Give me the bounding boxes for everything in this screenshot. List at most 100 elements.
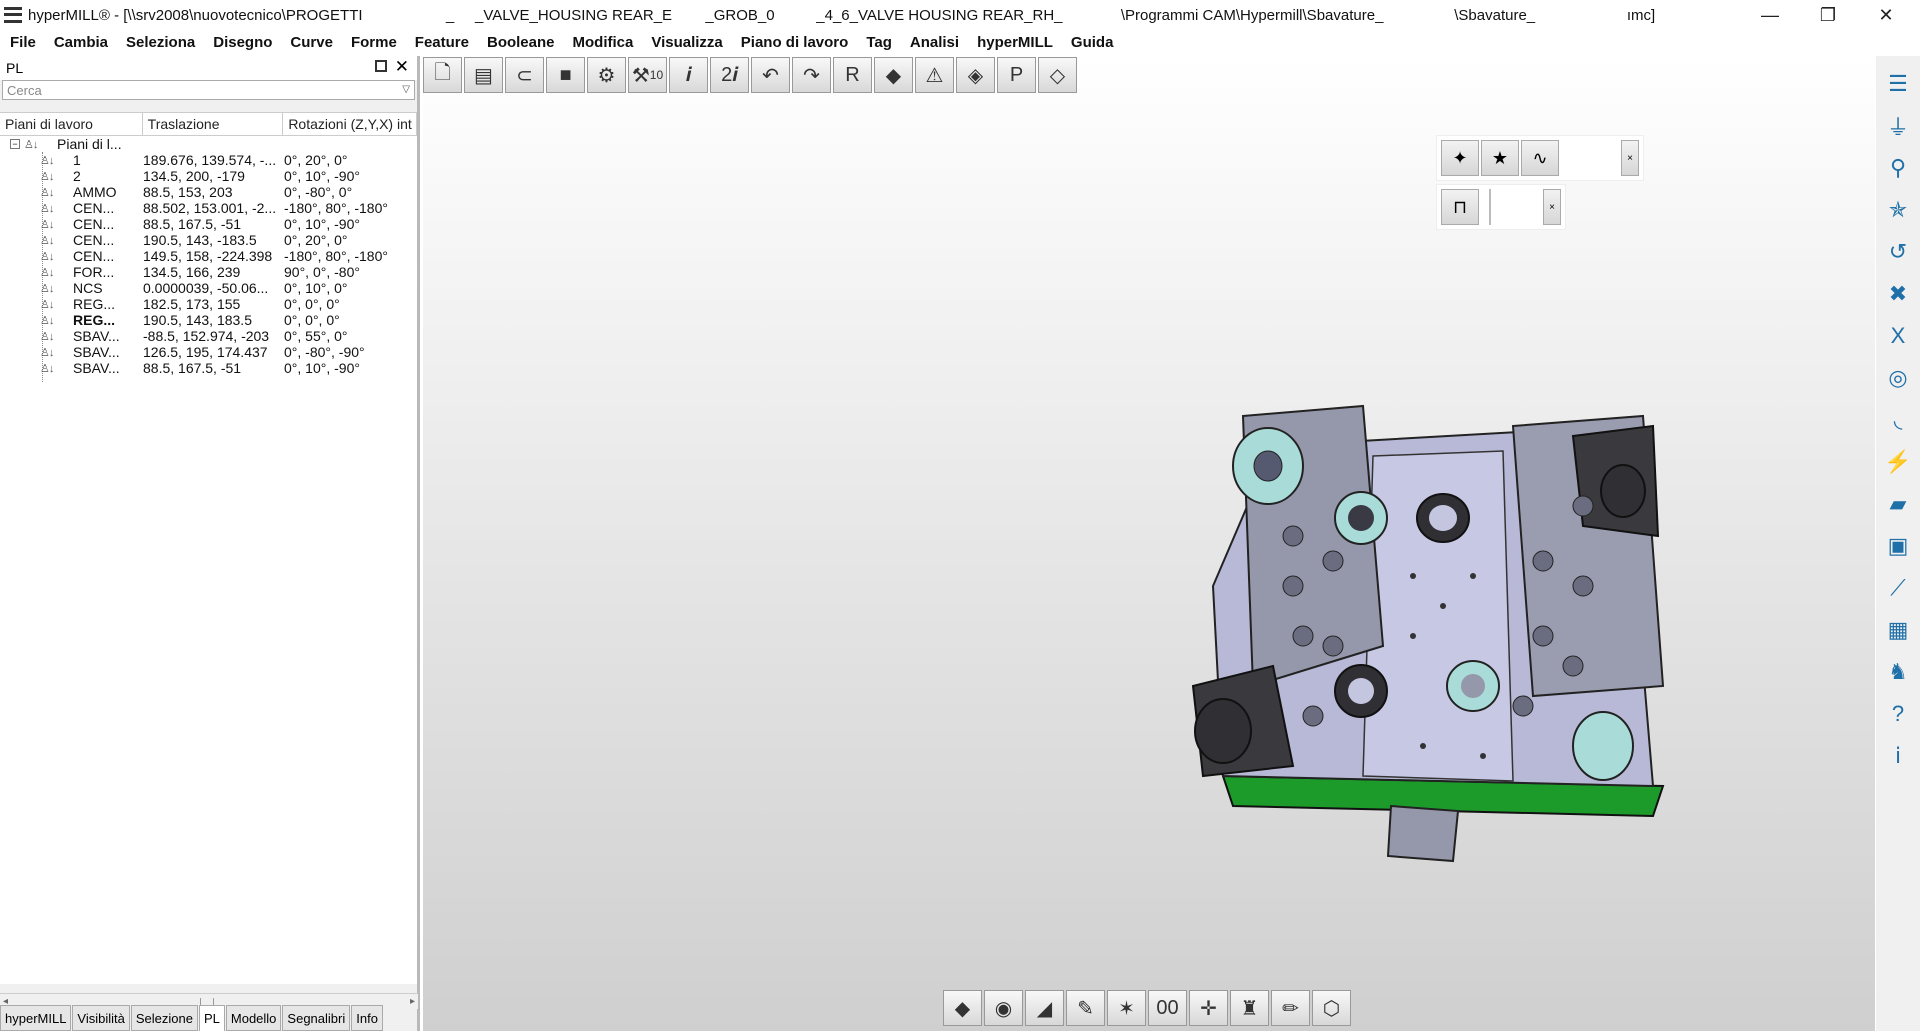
info-2i-button[interactable]: 2𝒊 (710, 57, 749, 93)
excel-button[interactable]: X (1880, 318, 1916, 353)
workplane-row[interactable]: ♙↓ CEN... 149.5, 158, -224.398 -180°, 80°, … (0, 248, 417, 264)
chevron-down-icon[interactable]: ▽ (402, 84, 410, 95)
parking-p-button[interactable]: P (997, 57, 1036, 93)
plane-button[interactable]: ◢ (1025, 990, 1064, 1026)
feature-green-button[interactable]: ✦ (1441, 140, 1479, 176)
menu-item-modifica[interactable]: Modifica (564, 34, 643, 51)
minimize-button[interactable]: — (1742, 0, 1798, 30)
workplane-row[interactable]: ♙↓ 1 189.676, 139.574, -... 0°, 20°, 0° (0, 152, 417, 168)
help-button[interactable]: ? (1880, 696, 1916, 731)
workplane-row[interactable]: ♙↓ SBAV... 126.5, 195, 174.437 0°, -80°, -9… (0, 344, 417, 360)
funnel-button[interactable]: ⏚ (1880, 108, 1916, 143)
collapse-icon[interactable]: − (10, 139, 20, 149)
column-header-workplanes[interactable]: Piani di lavoro (0, 113, 143, 135)
feature-star-button[interactable]: ★ (1481, 140, 1519, 176)
menu-item-piano-di-lavoro[interactable]: Piano di lavoro (732, 34, 858, 51)
menu-item-seleziona[interactable]: Seleziona (117, 34, 204, 51)
drill-button[interactable]: ⚡ (1880, 444, 1916, 479)
menu-item-booleane[interactable]: Booleane (478, 34, 564, 51)
workplane-row[interactable]: ♙↓ NCS 0.0000039, -50.06... 0°, 10°, 0° (0, 280, 417, 296)
pin-drop-button[interactable]: ⚲ (1880, 150, 1916, 185)
axis-yellow-button[interactable]: ✛ (1189, 990, 1228, 1026)
tab-visibilità[interactable]: Visibilità (72, 1005, 130, 1031)
new-document-button[interactable]: 🗋 (423, 57, 462, 93)
cross-tool-button[interactable]: ✖ (1880, 276, 1916, 311)
open-box-button[interactable]: ▤ (464, 57, 503, 93)
machine-button[interactable]: ▣ (1880, 528, 1916, 563)
panel-close-button[interactable]: ✕ (395, 57, 409, 77)
pencil-button[interactable]: ✏ (1271, 990, 1310, 1026)
column-header-rotation[interactable]: Rotazioni (Z,Y,X) int (283, 113, 417, 135)
redo-button[interactable]: ↷ (792, 57, 831, 93)
wireframe-cube-button[interactable]: ⬡ (1312, 990, 1351, 1026)
shading-button[interactable]: ◉ (984, 990, 1023, 1026)
float-panel-icon[interactable] (375, 60, 387, 72)
tab-segnalibri[interactable]: Segnalibri (282, 1005, 351, 1031)
knife-button[interactable]: ⟋ (1880, 570, 1916, 605)
star-pin-button[interactable]: ✶ (1107, 990, 1146, 1026)
reset-r-button[interactable]: R (833, 57, 872, 93)
robot-arm-button[interactable]: ♞ (1880, 654, 1916, 689)
workplane-row[interactable]: ♙↓ CEN... 190.5, 143, -183.5 0°, 20°, 0° (0, 232, 417, 248)
workplane-row[interactable]: ♙↓ CEN... 88.502, 153.001, -2... -180°, 80°… (0, 200, 417, 216)
search-input[interactable]: Cerca ▽ (2, 80, 415, 100)
hook-button[interactable]: ↺ (1880, 234, 1916, 269)
star-list-button[interactable]: ✯ (1880, 192, 1916, 227)
menu-item-curve[interactable]: Curve (281, 34, 342, 51)
palette-close-icon[interactable]: × (1621, 140, 1639, 176)
tab-info[interactable]: Info (351, 1005, 383, 1031)
palette-close-icon[interactable]: × (1543, 189, 1561, 225)
tool-10-button[interactable]: ⚒ 10 (628, 57, 667, 93)
info-i-button[interactable]: 𝒊 (669, 57, 708, 93)
folder-red-button[interactable]: ▰ (1880, 486, 1916, 521)
workplane-row[interactable]: ♙↓ CEN... 88.5, 167.5, -51 0°, 10°, -90° (0, 216, 417, 232)
workplane-row[interactable]: ♙↓ FOR... 134.5, 166, 239 90°, 0°, -80° (0, 264, 417, 280)
menu-item-disegno[interactable]: Disegno (204, 34, 281, 51)
tool-ring-button[interactable]: ◎ (1880, 360, 1916, 395)
solid-cube-button[interactable]: ◆ (874, 57, 913, 93)
workplane-row[interactable]: ♙↓ REG... 182.5, 173, 155 0°, 0°, 0° (0, 296, 417, 312)
menu-item-feature[interactable]: Feature (406, 34, 478, 51)
workplane-row[interactable]: ♙↓ SBAV... 88.5, 167.5, -51 0°, 10°, -90° (0, 360, 417, 376)
gear-button[interactable]: ⚙ (587, 57, 626, 93)
diamond-button[interactable]: ◇ (1038, 57, 1077, 93)
column-header-translation[interactable]: Traslazione (143, 113, 284, 135)
info-stack-button[interactable]: ⅰ (1880, 738, 1916, 773)
warning-button[interactable]: ⚠ (915, 57, 954, 93)
fixture-button[interactable]: ♜ (1230, 990, 1269, 1026)
menu-item-analisi[interactable]: Analisi (901, 34, 968, 51)
close-window-button[interactable]: ✕ (1858, 0, 1914, 30)
menu-item-guida[interactable]: Guida (1062, 34, 1123, 51)
menu-item-visualizza[interactable]: Visualizza (642, 34, 731, 51)
workplane-row[interactable]: ♙↓ SBAV... -88.5, 152.974, -203 0°, 55°, 0° (0, 328, 417, 344)
menu-item-tag[interactable]: Tag (857, 34, 901, 51)
tab-pl[interactable]: PL (198, 1005, 225, 1031)
fixture-model-render[interactable] (1183, 386, 1713, 866)
tree-root[interactable]: − ♙↓ Piani di l... (0, 136, 417, 152)
feature-wave-button[interactable]: ∿ (1521, 140, 1559, 176)
workplane-row[interactable]: ♙↓ REG... 190.5, 143, 183.5 0°, 0°, 0° (0, 312, 417, 328)
contour-tool-button[interactable]: ⊓ (1441, 189, 1479, 225)
maximize-button[interactable]: ❐ (1800, 0, 1856, 30)
menu-item-file[interactable]: File (0, 34, 45, 51)
boolean-cube-button[interactable]: ◈ (956, 57, 995, 93)
scroll-right-icon[interactable]: ▸ (410, 996, 415, 1007)
curve-surface-button[interactable]: ◟ (1880, 402, 1916, 437)
zero-zero-button[interactable]: 00 (1148, 990, 1187, 1026)
menu-item-forme[interactable]: Forme (342, 34, 406, 51)
undo-button[interactable]: ↶ (751, 57, 790, 93)
workplane-row[interactable]: ♙↓ 2 134.5, 200, -179 0°, 10°, -90° (0, 168, 417, 184)
tab-selezione[interactable]: Selezione (130, 1005, 198, 1031)
3d-viewport[interactable]: 🗋 ▤ ⊂ ■ ⚙ ⚒ 10 𝒊 2𝒊 ↶ ↷ R ◆ ⚠ ◈ P ◇ ✦ ★ ∿ × ⊓ × (423, 56, 1875, 1031)
pen-plane-button[interactable]: ✎ (1066, 990, 1105, 1026)
tab-hypermill[interactable]: hyperMILL (0, 1005, 72, 1031)
workplane-row[interactable]: ♙↓ AMMO 88.5, 153, 203 0°, -80°, 0° (0, 184, 417, 200)
magnet-button[interactable]: ⊂ (505, 57, 544, 93)
tab-modello[interactable]: Modello (225, 1005, 282, 1031)
stack-button[interactable]: ☰ (1880, 66, 1916, 101)
layers-button[interactable]: ◆ (943, 990, 982, 1026)
menu-item-cambia[interactable]: Cambia (45, 34, 117, 51)
menu-item-hypermill[interactable]: hyperMILL (968, 34, 1062, 51)
gift-box-button[interactable]: ■ (546, 57, 585, 93)
grid-button[interactable]: ▦ (1880, 612, 1916, 647)
